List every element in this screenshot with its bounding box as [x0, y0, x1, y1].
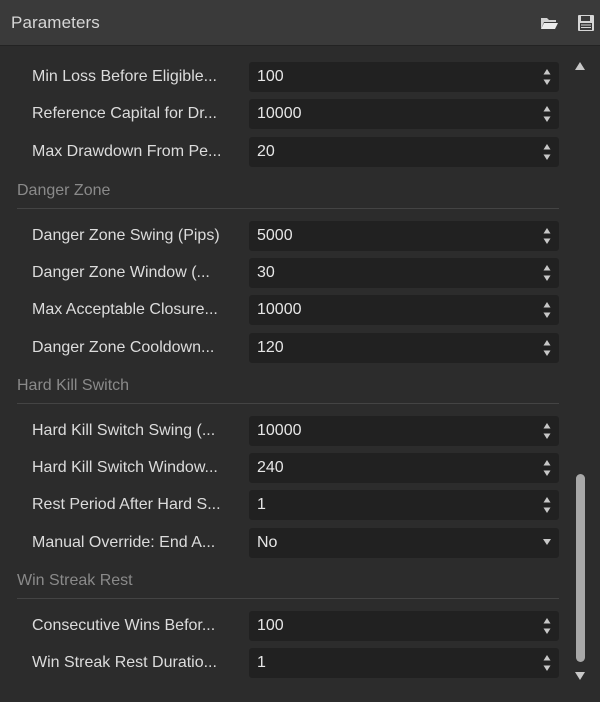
section-divider	[17, 598, 559, 599]
parameter-value[interactable]: 5000	[257, 227, 293, 245]
stepper-arrows-icon[interactable]	[543, 66, 551, 88]
stepper-arrows-icon[interactable]	[543, 141, 551, 163]
parameter-label: Hard Kill Switch Window...	[32, 459, 218, 476]
parameter-row: Rest Period After Hard S... 1	[0, 490, 568, 520]
section-divider	[17, 403, 559, 404]
parameter-row: Danger Zone Window (... 30	[0, 258, 568, 288]
stepper-arrows-icon[interactable]	[543, 457, 551, 479]
panel-title: Parameters	[11, 13, 100, 32]
stepper-arrows-icon[interactable]	[543, 103, 551, 125]
parameter-value[interactable]: 20	[257, 143, 275, 161]
parameter-row: Danger Zone Swing (Pips) 5000	[0, 221, 568, 251]
scrollbar-thumb[interactable]	[576, 474, 585, 662]
parameter-value[interactable]: 1	[257, 496, 266, 514]
parameter-label: Min Loss Before Eligible...	[32, 68, 217, 85]
parameter-input[interactable]: 5000	[249, 221, 559, 251]
parameter-value[interactable]: 100	[257, 68, 284, 86]
parameter-value[interactable]: 10000	[257, 105, 302, 123]
parameter-label: Reference Capital for Dr...	[32, 105, 217, 122]
stepper-arrows-icon[interactable]	[543, 494, 551, 516]
section-title: Danger Zone	[17, 182, 111, 199]
parameter-label: Manual Override: End A...	[32, 534, 216, 551]
parameters-panel: Parameters Min Loss Before Eligible... 10…	[0, 0, 600, 702]
parameter-input[interactable]: 10000	[249, 295, 559, 325]
scroll-down-arrow-icon[interactable]	[575, 672, 585, 680]
parameter-input[interactable]: 10000	[249, 416, 559, 446]
parameter-row: Max Drawdown From Pe... 20	[0, 137, 568, 167]
stepper-arrows-icon[interactable]	[543, 420, 551, 442]
stepper-arrows-icon[interactable]	[543, 225, 551, 247]
parameter-row: Min Loss Before Eligible... 100	[0, 62, 568, 92]
section-title: Win Streak Rest	[17, 572, 133, 589]
parameter-value[interactable]: 10000	[257, 422, 302, 440]
parameter-input[interactable]: 240	[249, 453, 559, 483]
parameter-value[interactable]: 1	[257, 654, 266, 672]
parameter-label: Rest Period After Hard S...	[32, 496, 221, 513]
stepper-arrows-icon[interactable]	[543, 652, 551, 674]
stepper-arrows-icon[interactable]	[543, 262, 551, 284]
scroll-up-arrow-icon[interactable]	[575, 62, 585, 70]
parameter-label: Max Acceptable Closure...	[32, 301, 218, 318]
folder-open-icon[interactable]	[539, 14, 559, 32]
parameter-row: Hard Kill Switch Window... 240	[0, 453, 568, 483]
parameter-label: Danger Zone Window (...	[32, 264, 210, 281]
parameter-dropdown[interactable]: No	[249, 528, 559, 558]
stepper-arrows-icon[interactable]	[543, 615, 551, 637]
parameter-row: Max Acceptable Closure... 10000	[0, 295, 568, 325]
parameter-row: Reference Capital for Dr... 10000	[0, 99, 568, 129]
parameter-input[interactable]: 20	[249, 137, 559, 167]
parameter-label: Hard Kill Switch Swing (...	[32, 422, 216, 439]
parameters-list: Min Loss Before Eligible... 100 Reference …	[0, 46, 568, 702]
parameter-row: Danger Zone Cooldown... 120	[0, 333, 568, 363]
section-title: Hard Kill Switch	[17, 377, 130, 394]
parameter-value[interactable]: 30	[257, 264, 275, 282]
chevron-down-icon[interactable]	[543, 539, 551, 545]
parameter-input[interactable]: 100	[249, 62, 559, 92]
stepper-arrows-icon[interactable]	[543, 337, 551, 359]
save-icon[interactable]	[576, 14, 596, 32]
parameter-row: Consecutive Wins Befor... 100	[0, 611, 568, 641]
parameter-row: Manual Override: End A... No	[0, 528, 568, 558]
parameter-value[interactable]: 120	[257, 339, 284, 357]
parameter-label: Win Streak Rest Duratio...	[32, 654, 217, 671]
parameter-value[interactable]: 100	[257, 617, 284, 635]
parameter-value[interactable]: 10000	[257, 301, 302, 319]
parameter-input[interactable]: 30	[249, 258, 559, 288]
parameter-input[interactable]: 1	[249, 648, 559, 678]
stepper-arrows-icon[interactable]	[543, 299, 551, 321]
parameter-input[interactable]: 100	[249, 611, 559, 641]
parameter-input[interactable]: 10000	[249, 99, 559, 129]
parameter-label: Danger Zone Swing (Pips)	[32, 227, 220, 244]
panel-header: Parameters	[0, 0, 600, 46]
parameter-row: Hard Kill Switch Swing (... 10000	[0, 416, 568, 446]
parameter-value[interactable]: 240	[257, 459, 284, 477]
parameter-label: Danger Zone Cooldown...	[32, 339, 215, 356]
parameter-value[interactable]: No	[257, 534, 277, 552]
parameter-label: Consecutive Wins Befor...	[32, 617, 216, 634]
parameter-input[interactable]: 120	[249, 333, 559, 363]
parameter-label: Max Drawdown From Pe...	[32, 143, 222, 160]
parameter-input[interactable]: 1	[249, 490, 559, 520]
section-divider	[17, 208, 559, 209]
parameter-row: Win Streak Rest Duratio... 1	[0, 648, 568, 678]
